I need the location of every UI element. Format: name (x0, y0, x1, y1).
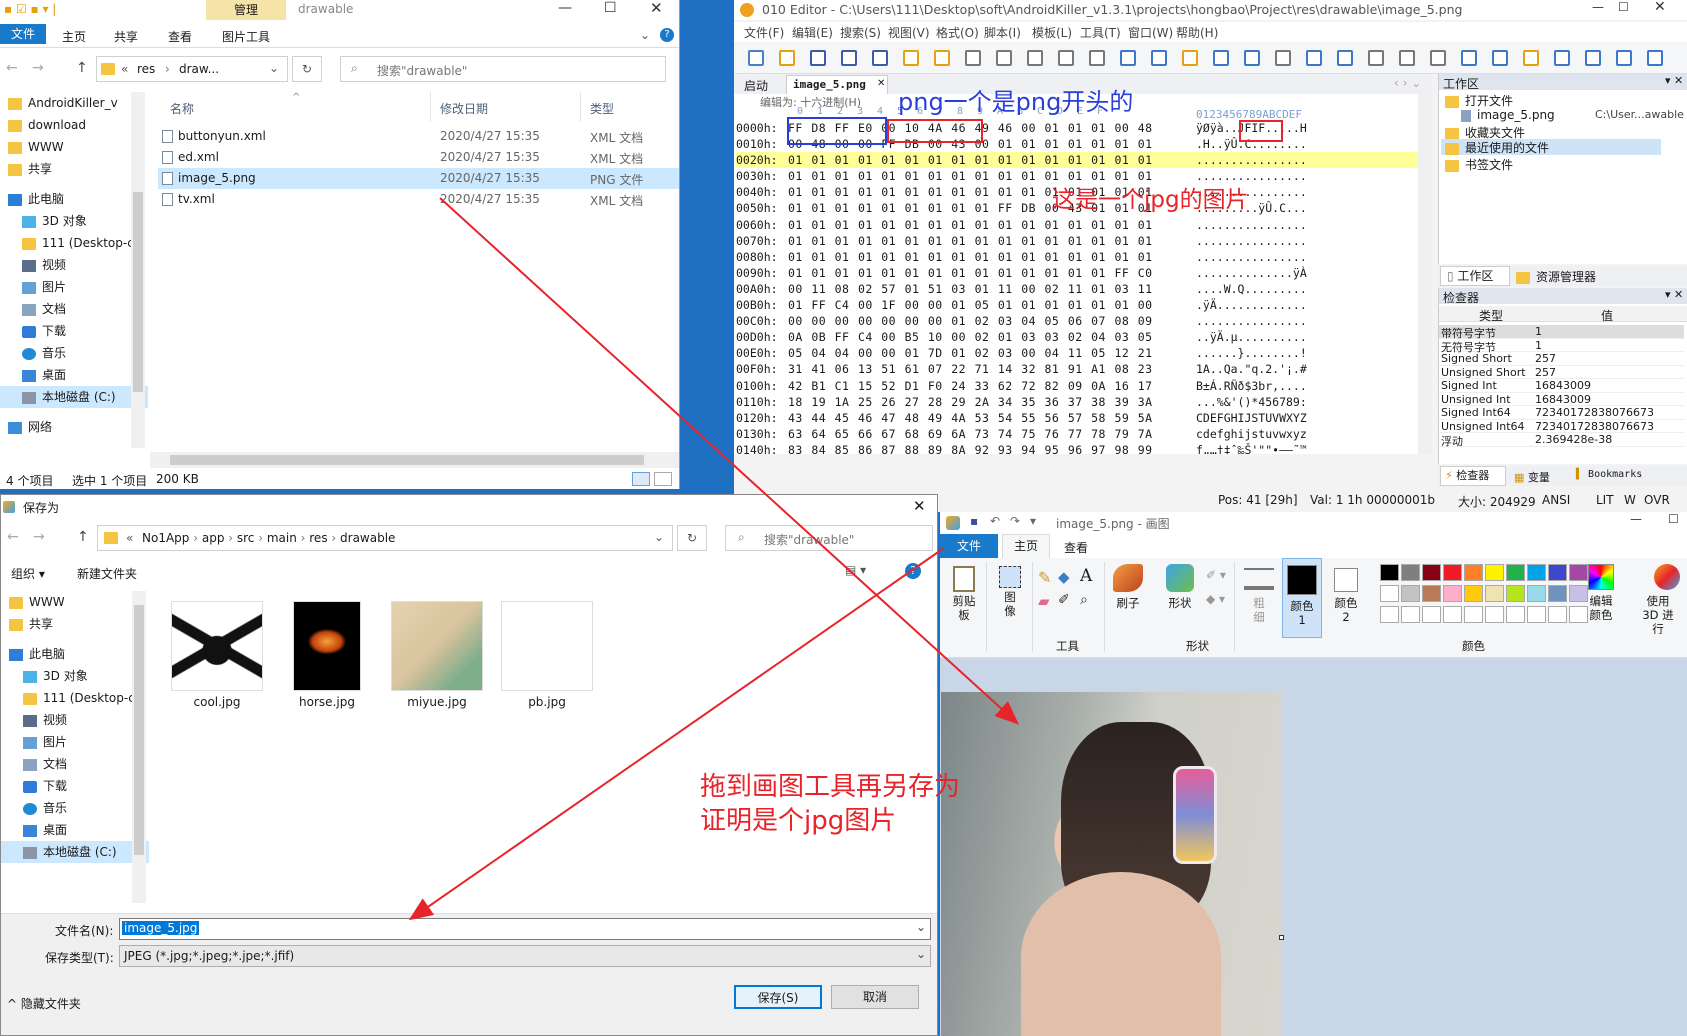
annotation-is-jpg: 这是一个jpg的图片 (1052, 187, 1249, 213)
annotation-arrow-save (408, 547, 945, 921)
annotation-arrow-drag (439, 197, 1019, 725)
annotation-box-jfif (1239, 120, 1283, 142)
annotation-box-bytes (887, 119, 983, 143)
annotation-drag-line1: 拖到画图工具再另存为 (700, 772, 961, 802)
annotation-drag-line2: 证明是个jpg图片 (700, 806, 897, 836)
annotation-box-magic (787, 117, 887, 145)
annotation-png-head: png一个是png开头的 (898, 88, 1134, 116)
annotation-overlay (408, 117, 1283, 921)
